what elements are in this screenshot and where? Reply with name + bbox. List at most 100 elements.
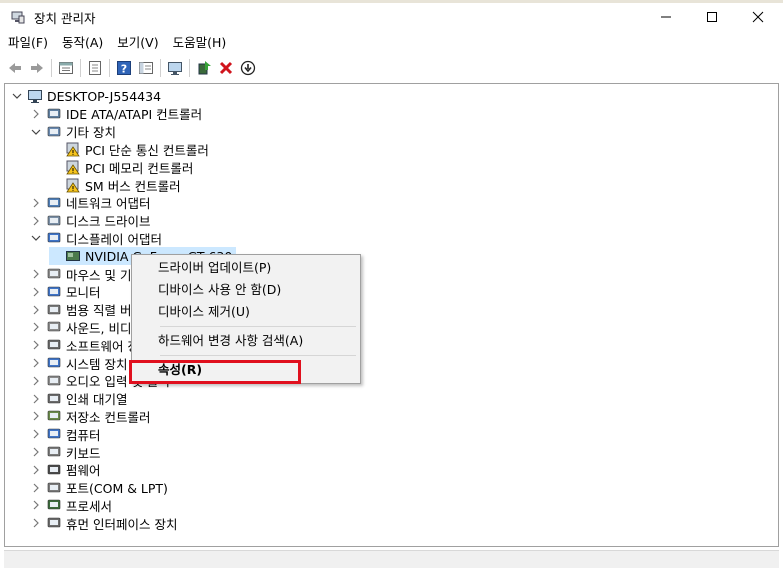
back-icon	[9, 62, 21, 73]
chevron-right-icon[interactable]	[30, 357, 42, 369]
maximize-button[interactable]	[689, 3, 735, 31]
chevron-right-icon[interactable]	[30, 410, 42, 422]
tree-item-category[interactable]: 디스플레이 어댑터	[30, 229, 162, 247]
uninstall-icon	[219, 61, 233, 74]
chevron-right-icon[interactable]	[30, 339, 42, 351]
tree-item-category[interactable]: 디스크 드라이브	[30, 212, 150, 230]
maximize-icon	[707, 12, 717, 22]
tree-item-category[interactable]: IDE ATA/ATAPI 컨트롤러	[30, 105, 202, 123]
update-driver-button[interactable]	[193, 57, 215, 79]
tree-item-label: 디스플레이 어댑터	[66, 231, 162, 247]
svg-text:?: ?	[121, 62, 127, 75]
show-hide-button[interactable]	[84, 57, 106, 79]
device-category-icon	[47, 322, 61, 332]
ctx-separator	[160, 326, 356, 327]
device-category-icon	[47, 304, 61, 314]
ctx-separator	[160, 355, 356, 356]
tree-item-label: 인쇄 대기열	[66, 392, 128, 408]
device-category-icon	[47, 197, 61, 208]
back-button[interactable]	[4, 57, 26, 79]
tree-item-category[interactable]: 저장소 컨트롤러	[30, 407, 150, 425]
chevron-right-icon[interactable]	[30, 215, 42, 227]
tree-item-category[interactable]: 시스템 장치	[30, 354, 127, 372]
device-category-icon	[47, 464, 61, 475]
view-button[interactable]	[135, 57, 157, 79]
minimize-button[interactable]	[643, 3, 689, 31]
properties-button[interactable]	[55, 57, 77, 79]
chevron-right-icon[interactable]	[30, 321, 42, 333]
device-category-icon	[47, 126, 61, 136]
tree-item-category[interactable]: 프로세서	[30, 496, 112, 514]
chevron-right-icon[interactable]	[30, 197, 42, 209]
device-category-icon	[47, 357, 61, 368]
tree-item-device[interactable]: PCI 메모리 컨트롤러	[49, 158, 193, 176]
tree-item-label: 프로세서	[66, 498, 113, 514]
device-category-icon	[47, 446, 61, 457]
properties-icon	[59, 61, 73, 74]
forward-button[interactable]	[26, 57, 48, 79]
device-category-icon	[47, 286, 61, 297]
tree-root-computer[interactable]: DESKTOP-J554434	[11, 87, 161, 105]
tree-item-category[interactable]: 모니터	[30, 283, 101, 301]
chevron-right-icon[interactable]	[30, 108, 42, 120]
chevron-down-icon[interactable]	[30, 232, 42, 244]
chevron-right-icon[interactable]	[30, 268, 42, 280]
help-icon: ?	[117, 60, 131, 75]
tree-item-category[interactable]: 키보드	[30, 443, 101, 461]
scan-hardware-button[interactable]	[164, 57, 186, 79]
chevron-right-icon[interactable]	[30, 393, 42, 405]
tree-item-category[interactable]: 포트(COM & LPT)	[30, 479, 168, 497]
device-category-icon	[47, 233, 61, 243]
help-button[interactable]: ?	[113, 57, 135, 79]
device-category-icon	[47, 268, 61, 279]
download-icon	[240, 60, 256, 75]
chevron-down-icon[interactable]	[11, 90, 23, 102]
uninstall-button[interactable]	[215, 57, 237, 79]
toolbar-separator	[189, 58, 190, 77]
menu-file[interactable]: 파일(F)	[2, 33, 54, 53]
tree-item-device[interactable]: SM 버스 컨트롤러	[49, 176, 181, 194]
close-button[interactable]	[735, 3, 781, 31]
tree-item-label: 네트워크 어댑터	[66, 196, 151, 212]
tree-item-category[interactable]: 인쇄 대기열	[30, 390, 127, 408]
chevron-right-icon[interactable]	[30, 464, 42, 476]
chevron-right-icon[interactable]	[30, 286, 42, 298]
toolbar-separator	[109, 58, 110, 77]
device-tree[interactable]: DESKTOP-J554434 IDE ATA/ATAPI 컨트롤러 기타 장치 PC…	[4, 83, 779, 547]
tree-item-label: 모니터	[66, 285, 101, 301]
tree-item-category[interactable]: 휴먼 인터페이스 장치	[30, 514, 177, 532]
menu-help[interactable]: 도움말(H)	[167, 33, 233, 53]
tree-item-label: IDE ATA/ATAPI 컨트롤러	[66, 107, 203, 123]
menu-action[interactable]: 동작(A)	[56, 33, 109, 53]
tree-item-category[interactable]: 펌웨어	[30, 461, 101, 479]
tree-item-category[interactable]: 네트워크 어댑터	[30, 194, 150, 212]
download-button[interactable]	[237, 57, 259, 79]
tree-item-category[interactable]: 컴퓨터	[30, 425, 101, 443]
chevron-down-icon[interactable]	[30, 126, 42, 138]
ctx-scan-hardware[interactable]: 하드웨어 변경 사항 검색(A)	[158, 332, 303, 350]
ctx-disable-device[interactable]: 디바이스 사용 안 함(D)	[158, 281, 281, 299]
tree-item-label: 저장소 컨트롤러	[66, 409, 151, 425]
device-category-icon	[47, 428, 61, 439]
chevron-right-icon[interactable]	[30, 428, 42, 440]
highlight-box	[129, 360, 301, 384]
chevron-right-icon[interactable]	[30, 482, 42, 494]
device-category-icon	[47, 108, 61, 119]
ctx-uninstall-device[interactable]: 디바이스 제거(U)	[158, 303, 250, 321]
device-manager-icon	[11, 11, 25, 24]
tree-item-category[interactable]: 기타 장치	[30, 123, 116, 141]
chevron-right-icon[interactable]	[30, 375, 42, 387]
toolbar-separator	[51, 58, 52, 77]
chevron-right-icon[interactable]	[30, 517, 42, 529]
chevron-right-icon[interactable]	[30, 304, 42, 316]
tree-item-label: 펌웨어	[66, 463, 101, 479]
menu-view[interactable]: 보기(V)	[111, 33, 164, 53]
tree-item-device[interactable]: PCI 단순 통신 컨트롤러	[49, 140, 209, 158]
chevron-right-icon[interactable]	[30, 499, 42, 511]
warning-device-icon	[66, 142, 80, 157]
ctx-update-driver[interactable]: 드라이버 업데이트(P)	[158, 259, 271, 277]
chevron-right-icon[interactable]	[30, 446, 42, 458]
tree-item-label: 시스템 장치	[66, 356, 128, 372]
